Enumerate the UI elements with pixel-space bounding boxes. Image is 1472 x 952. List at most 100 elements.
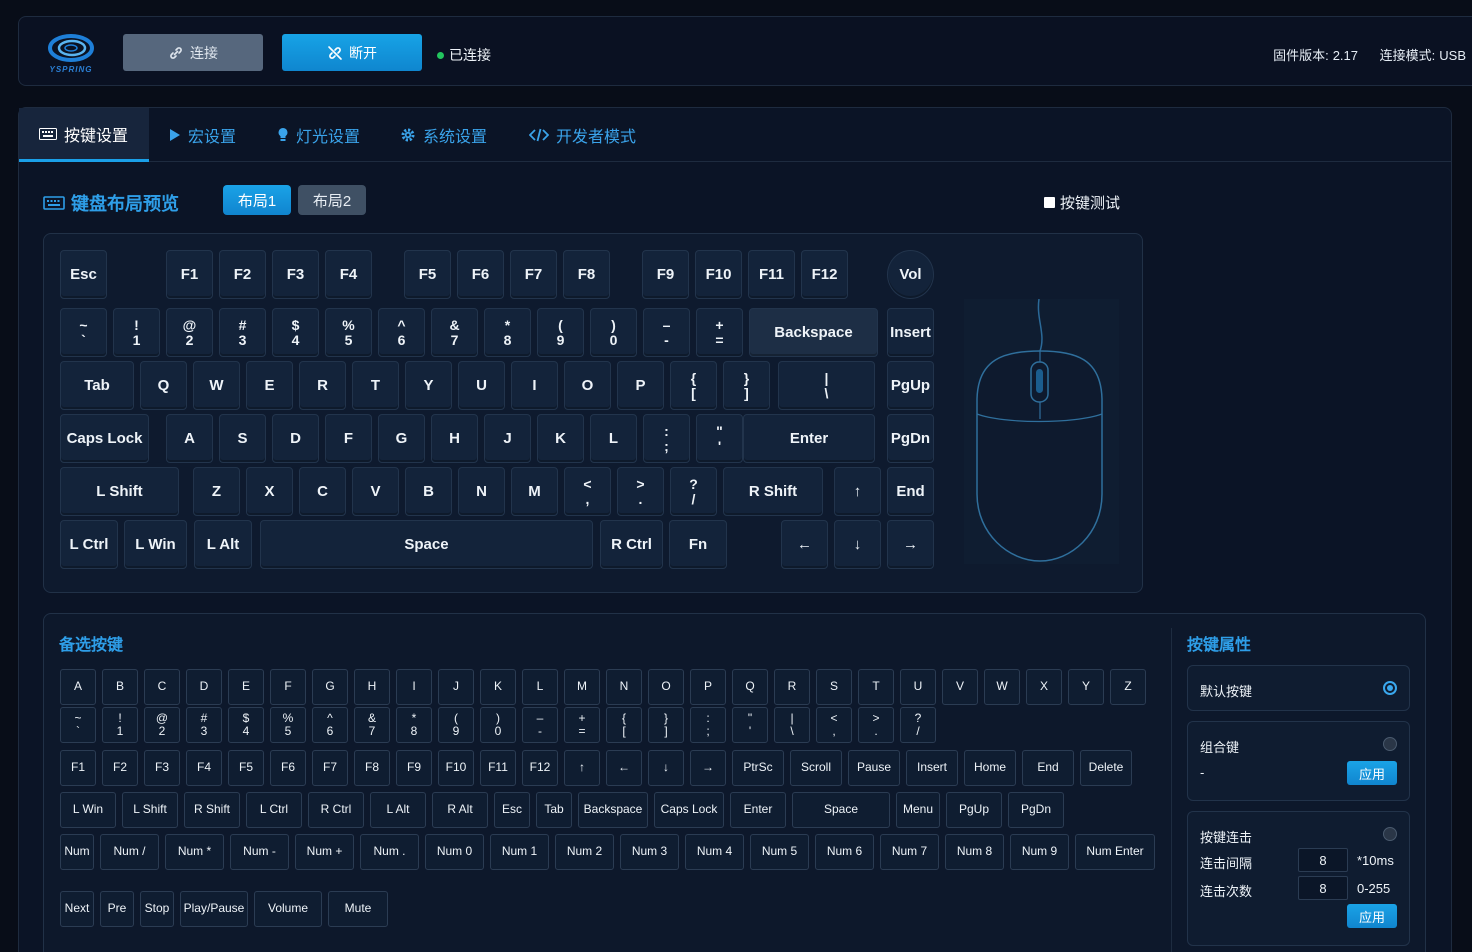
alt-key-0-13[interactable]: N	[606, 669, 642, 705]
alt-key-1-9[interactable]: ( 9	[438, 707, 474, 743]
key-bottom-row-5[interactable]: Fn	[669, 520, 727, 569]
key-bottom-row-7[interactable]: ↓	[834, 520, 881, 569]
alt-key-0-12[interactable]: M	[564, 669, 600, 705]
key-fn-row-9[interactable]: F9	[642, 250, 689, 299]
alt-key-1-1[interactable]: ! 1	[102, 707, 138, 743]
alt-key-4-0[interactable]: Num	[60, 834, 94, 870]
key-shift-row-9[interactable]: > .	[617, 467, 664, 516]
key-number-row-7[interactable]: & 7	[431, 308, 478, 357]
tab-developer-mode[interactable]: 开发者模式	[509, 108, 656, 162]
key-qwerty-row-13[interactable]: | \	[778, 361, 875, 410]
alt-key-3-12[interactable]: Space	[792, 792, 890, 828]
key-fn-row-5[interactable]: F5	[404, 250, 451, 299]
alt-key-2-19[interactable]: Insert	[906, 750, 958, 786]
alt-key-0-16[interactable]: Q	[732, 669, 768, 705]
alt-key-1-15[interactable]: : ;	[690, 707, 726, 743]
key-bottom-row-1[interactable]: L Win	[124, 520, 187, 569]
alt-key-0-0[interactable]: A	[60, 669, 96, 705]
alt-key-3-15[interactable]: PgDn	[1008, 792, 1064, 828]
key-home-row-6[interactable]: H	[431, 414, 478, 463]
alt-key-2-8[interactable]: F9	[396, 750, 432, 786]
key-home-row-9[interactable]: L	[590, 414, 637, 463]
alt-key-4-10[interactable]: Num 4	[685, 834, 744, 870]
alt-key-0-17[interactable]: R	[774, 669, 810, 705]
alt-key-4-5[interactable]: Num .	[360, 834, 419, 870]
alt-key-1-2[interactable]: @ 2	[144, 707, 180, 743]
alt-key-2-14[interactable]: ↓	[648, 750, 684, 786]
key-fn-row-3[interactable]: F3	[272, 250, 319, 299]
alt-key-1-19[interactable]: > .	[858, 707, 894, 743]
key-home-row-12[interactable]: Enter	[743, 414, 875, 463]
key-fn-row-2[interactable]: F2	[219, 250, 266, 299]
key-shift-row-3[interactable]: C	[299, 467, 346, 516]
alt-key-5-2[interactable]: Stop	[140, 891, 174, 927]
alt-key-2-11[interactable]: F12	[522, 750, 558, 786]
tab-light-settings[interactable]: 灯光设置	[257, 108, 380, 162]
combo-apply-button[interactable]: 应用	[1347, 761, 1397, 785]
alt-key-4-15[interactable]: Num 9	[1010, 834, 1069, 870]
alt-key-0-20[interactable]: U	[900, 669, 936, 705]
key-home-row-3[interactable]: D	[272, 414, 319, 463]
alt-key-2-2[interactable]: F3	[144, 750, 180, 786]
key-qwerty-row-4[interactable]: R	[299, 361, 346, 410]
key-test-toggle[interactable]: 按键测试	[1044, 192, 1120, 213]
key-number-row-1[interactable]: ! 1	[113, 308, 160, 357]
tab-key-settings[interactable]: 按键设置	[19, 108, 149, 162]
alt-key-2-6[interactable]: F7	[312, 750, 348, 786]
alt-key-1-10[interactable]: ) 0	[480, 707, 516, 743]
alt-key-4-11[interactable]: Num 5	[750, 834, 809, 870]
key-fn-row-11[interactable]: F11	[748, 250, 795, 299]
key-shift-row-11[interactable]: R Shift	[723, 467, 823, 516]
repeat-apply-button[interactable]: 应用	[1347, 904, 1397, 928]
alt-key-4-7[interactable]: Num 1	[490, 834, 549, 870]
alt-key-1-13[interactable]: { [	[606, 707, 642, 743]
key-test-checkbox[interactable]	[1044, 197, 1055, 208]
key-fn-row-7[interactable]: F7	[510, 250, 557, 299]
alt-key-2-12[interactable]: ↑	[564, 750, 600, 786]
alt-key-1-3[interactable]: # 3	[186, 707, 222, 743]
key-number-row-11[interactable]: – -	[643, 308, 690, 357]
alt-key-2-21[interactable]: End	[1022, 750, 1074, 786]
key-shift-row-5[interactable]: B	[405, 467, 452, 516]
alt-key-4-2[interactable]: Num *	[165, 834, 224, 870]
alt-key-1-14[interactable]: } ]	[648, 707, 684, 743]
key-number-row-6[interactable]: ^ 6	[378, 308, 425, 357]
alt-key-2-5[interactable]: F6	[270, 750, 306, 786]
alt-key-0-18[interactable]: S	[816, 669, 852, 705]
alt-key-2-22[interactable]: Delete	[1080, 750, 1132, 786]
default-key-radio[interactable]	[1383, 681, 1397, 695]
alt-key-2-0[interactable]: F1	[60, 750, 96, 786]
alt-key-2-7[interactable]: F8	[354, 750, 390, 786]
key-bottom-row-2[interactable]: L Alt	[194, 520, 252, 569]
alt-key-2-18[interactable]: Pause	[848, 750, 900, 786]
alt-key-0-4[interactable]: E	[228, 669, 264, 705]
key-number-row-2[interactable]: @ 2	[166, 308, 213, 357]
alt-key-1-12[interactable]: + =	[564, 707, 600, 743]
alt-key-4-12[interactable]: Num 6	[815, 834, 874, 870]
key-qwerty-row-10[interactable]: P	[617, 361, 664, 410]
key-fn-row-8[interactable]: F8	[563, 250, 610, 299]
alt-key-3-7[interactable]: Esc	[494, 792, 530, 828]
repeat-interval-input[interactable]: 8	[1298, 848, 1348, 872]
alt-key-2-4[interactable]: F5	[228, 750, 264, 786]
key-qwerty-row-0[interactable]: Tab	[60, 361, 134, 410]
key-bottom-row-3[interactable]: Space	[260, 520, 593, 569]
alt-key-2-15[interactable]: →	[690, 750, 726, 786]
key-qwerty-row-8[interactable]: I	[511, 361, 558, 410]
alt-key-4-8[interactable]: Num 2	[555, 834, 614, 870]
key-number-row-8[interactable]: * 8	[484, 308, 531, 357]
key-qwerty-row-9[interactable]: O	[564, 361, 611, 410]
key-bottom-row-4[interactable]: R Ctrl	[600, 520, 663, 569]
disconnect-button[interactable]: 断开	[282, 34, 422, 71]
key-shift-row-8[interactable]: < ,	[564, 467, 611, 516]
key-fn-row-1[interactable]: F1	[166, 250, 213, 299]
key-qwerty-row-2[interactable]: W	[193, 361, 240, 410]
alt-key-1-4[interactable]: $ 4	[228, 707, 264, 743]
combo-key-radio[interactable]	[1383, 737, 1397, 751]
alt-key-2-1[interactable]: F2	[102, 750, 138, 786]
alt-key-3-5[interactable]: L Alt	[370, 792, 426, 828]
key-qwerty-row-12[interactable]: } ]	[723, 361, 770, 410]
default-key-card[interactable]: 默认按键	[1187, 665, 1410, 711]
alt-key-0-23[interactable]: X	[1026, 669, 1062, 705]
key-fn-row-13[interactable]: Vol	[887, 250, 934, 299]
